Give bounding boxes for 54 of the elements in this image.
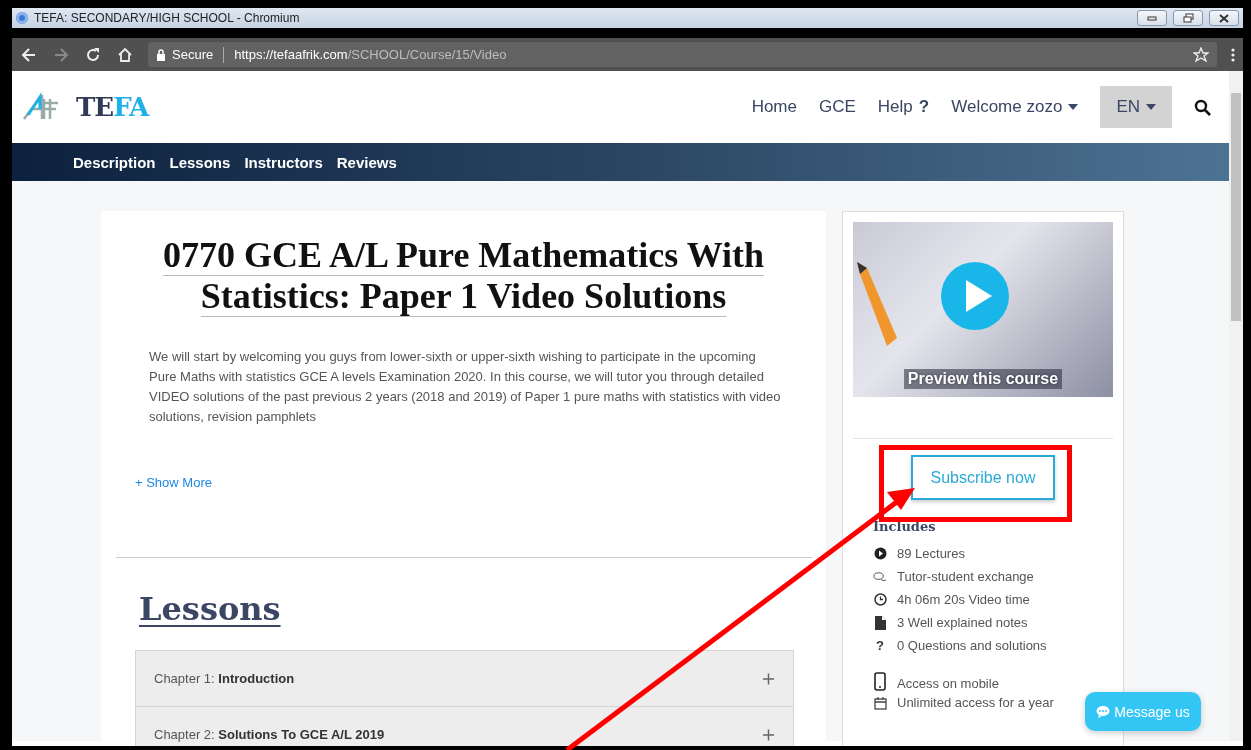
chat-icon bbox=[873, 570, 887, 583]
expand-icon bbox=[762, 672, 775, 685]
lessons-heading: Lessons bbox=[139, 590, 282, 628]
clock-icon bbox=[873, 593, 887, 606]
video-preview[interactable]: Preview this course bbox=[853, 222, 1113, 397]
minimize-icon bbox=[1147, 15, 1157, 21]
chapter-row[interactable]: Chapter 2: Solutions To GCE A/L 2019 bbox=[135, 706, 794, 746]
back-icon[interactable] bbox=[20, 45, 38, 64]
show-more-link[interactable]: + Show More bbox=[135, 475, 212, 490]
section-tab[interactable]: Instructors bbox=[244, 153, 323, 171]
window-title: TEFA: SECONDARY/HIGH SCHOOL - Chromium bbox=[34, 11, 301, 25]
includes-item: 0 Questions and solutions bbox=[897, 638, 1047, 653]
course-description: We will start by welcoming you guys from lower-sixth or upper-sixth wishing to participate in the upcoming Pure Maths with statistics GCE A levels Examination 2020. In this course, we will tutor you through detailed VIDEO solutions of the past previous 2 years (2018 and 2019) of Paper 1 pure maths with statistics with video solutions, revision pamphlets bbox=[149, 348, 782, 426]
course-title: 0770 GCE A/L Pure Mathematics With Statistics: Paper 1 Video Solutions bbox=[162, 235, 765, 317]
section-tab[interactable]: Description bbox=[73, 153, 156, 171]
url-text[interactable]: https://tefaafrik.com/SCHOOL/Course/15/Video bbox=[234, 47, 507, 62]
includes-heading: Includes bbox=[873, 519, 937, 534]
nav-link[interactable]: Welcome zozo bbox=[951, 97, 1079, 117]
includes-item: Access on mobile bbox=[897, 676, 999, 691]
includes-item: 3 Well explained notes bbox=[897, 615, 1028, 630]
star-icon[interactable] bbox=[1193, 46, 1209, 63]
browser-logo-icon bbox=[16, 12, 28, 24]
logo-text[interactable]: TEFA bbox=[76, 92, 149, 122]
minimize-button[interactable] bbox=[1137, 10, 1167, 26]
mobile-phone-icon bbox=[874, 672, 886, 691]
home-icon[interactable] bbox=[116, 45, 134, 64]
restore-icon bbox=[1182, 13, 1194, 23]
preview-label: Preview this course bbox=[903, 369, 1063, 389]
restore-button[interactable] bbox=[1173, 10, 1203, 26]
play-circle-icon bbox=[873, 547, 887, 560]
scrollbar[interactable] bbox=[1229, 71, 1243, 741]
nav-link[interactable]: Help ? bbox=[877, 97, 930, 117]
close-icon bbox=[1219, 13, 1229, 23]
language-button[interactable]: EN bbox=[1100, 86, 1172, 128]
calendar-icon bbox=[873, 695, 887, 710]
expand-icon bbox=[762, 728, 775, 741]
chapter-row[interactable]: Chapter 1: Introduction bbox=[135, 650, 794, 706]
includes-item: Tutor-student exchange bbox=[897, 569, 1034, 584]
close-button[interactable] bbox=[1209, 10, 1239, 26]
includes-item: Unlimited access for a year bbox=[897, 695, 1054, 710]
includes-item: 4h 06m 20s Video time bbox=[897, 592, 1030, 607]
search-icon[interactable] bbox=[1194, 98, 1211, 116]
includes-item: 89 Lectures bbox=[897, 546, 965, 561]
nav-link[interactable]: Home bbox=[751, 97, 797, 117]
menu-icon[interactable] bbox=[1231, 46, 1235, 63]
chat-bubble-icon bbox=[1096, 704, 1111, 719]
question-mark-icon: ? bbox=[876, 638, 884, 653]
section-tab[interactable]: Reviews bbox=[336, 153, 397, 171]
file-icon bbox=[874, 615, 886, 630]
reload-icon[interactable] bbox=[84, 45, 102, 64]
lock-icon bbox=[156, 48, 166, 61]
security-label: Secure bbox=[172, 47, 214, 62]
section-tab[interactable]: Lessons bbox=[169, 153, 231, 171]
nav-link[interactable]: GCE bbox=[819, 97, 856, 117]
